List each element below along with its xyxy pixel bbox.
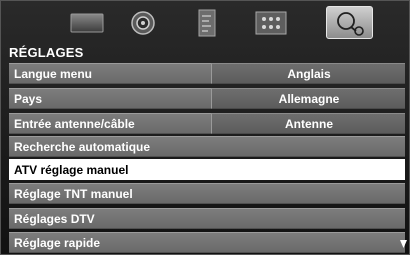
tab-sound[interactable] xyxy=(119,6,166,39)
menu-row-dtv-settings[interactable]: Réglages DTV xyxy=(9,208,405,229)
menu-row-input-source[interactable]: Entrée antenne/câble Antenne xyxy=(9,113,405,134)
down-arrow-icon[interactable] xyxy=(399,238,408,249)
document-icon xyxy=(198,9,215,36)
tv-setup-menu: RÉGLAGES Langue menu Anglais Pays Allema… xyxy=(0,0,410,255)
menu-row-value-cell[interactable]: Antenne xyxy=(211,113,405,134)
tab-preferences[interactable] xyxy=(183,6,230,39)
menu-row-value: Antenne xyxy=(285,117,333,131)
menu-row-atv-manual-tuning[interactable]: ATV réglage manuel xyxy=(9,159,405,180)
page-title: RÉGLAGES xyxy=(9,45,84,60)
menu-row-label: ATV réglage manuel xyxy=(14,163,129,177)
setup-icon xyxy=(336,11,364,36)
menu-row-quick-setup[interactable]: Réglage rapide xyxy=(9,232,405,253)
menu-row-label: Réglage TNT manuel xyxy=(14,187,133,201)
menu-row-value: Allemagne xyxy=(278,92,340,106)
picture-icon xyxy=(70,13,103,32)
menu-row-value-cell[interactable]: Allemagne xyxy=(211,88,405,109)
tab-features[interactable] xyxy=(247,6,294,39)
menu-row-value-cell[interactable]: Anglais xyxy=(211,63,405,84)
menu-row-label: Réglages DTV xyxy=(14,212,95,226)
menu-row-auto-tuning[interactable]: Recherche automatique xyxy=(9,136,405,157)
menu-row-label: Langue menu xyxy=(14,67,93,81)
tab-setup[interactable] xyxy=(326,6,373,39)
menu-row-country[interactable]: Pays Allemagne xyxy=(9,88,405,109)
menu-row-dtv-manual-tuning[interactable]: Réglage TNT manuel xyxy=(9,183,405,204)
menu-tab-bar xyxy=(1,1,410,45)
menu-row-label: Recherche automatique xyxy=(14,140,151,154)
menu-row-value: Anglais xyxy=(287,67,331,81)
menu-row-label: Pays xyxy=(14,92,43,106)
tab-picture[interactable] xyxy=(63,6,110,39)
menu-row-menu-language[interactable]: Langue menu Anglais xyxy=(9,63,405,84)
menu-row-label: Réglage rapide xyxy=(14,236,101,250)
grid-icon xyxy=(255,11,286,34)
speaker-icon xyxy=(130,10,155,35)
menu-row-label: Entrée antenne/câble xyxy=(14,117,135,131)
